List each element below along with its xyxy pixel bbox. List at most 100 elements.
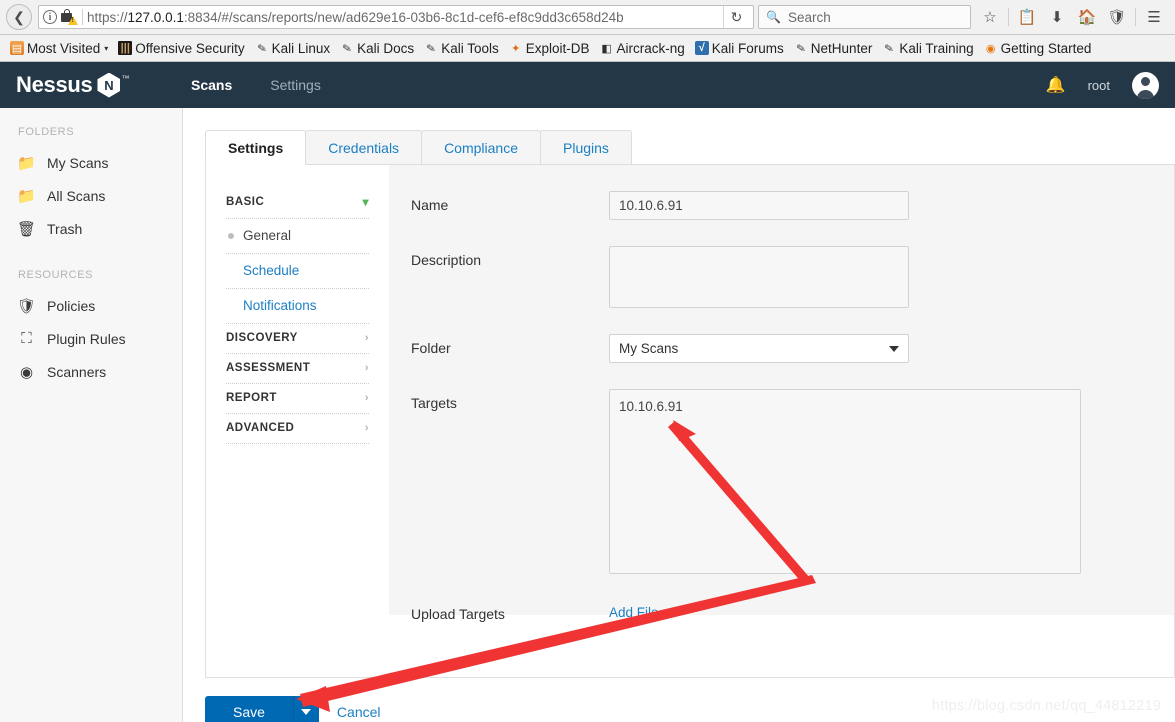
user-name[interactable]: root: [1088, 78, 1110, 93]
insecure-lock-warning-icon[interactable]: !: [61, 9, 78, 25]
user-avatar-icon[interactable]: [1132, 71, 1159, 99]
chevron-right-icon: ›: [364, 422, 369, 434]
url-host: 127.0.0.1: [127, 9, 184, 25]
settings-group-label: BASIC: [226, 196, 265, 208]
tab-bar: Settings Credentials Compliance Plugins: [205, 130, 1175, 165]
bookmark-item[interactable]: ▤ Most Visited ▾: [5, 37, 113, 59]
save-dropdown-button[interactable]: [292, 696, 319, 722]
settings-group-label: DISCOVERY: [226, 332, 298, 344]
sidebar-item-label: Scanners: [47, 363, 107, 380]
bookmark-item[interactable]: ◧ Aircrack-ng: [595, 37, 690, 59]
bullet-placeholder: [228, 303, 234, 309]
sidebar-item-all-scans[interactable]: 📁 All Scans: [0, 179, 182, 212]
reload-icon[interactable]: ↻: [723, 6, 749, 28]
upload-targets-label: Upload Targets: [411, 606, 505, 622]
name-input[interactable]: 10.10.6.91: [609, 191, 909, 220]
nav-scans[interactable]: Scans: [191, 77, 232, 93]
bookmark-label: Kali Linux: [271, 40, 331, 56]
bookmark-item[interactable]: ✦ Exploit-DB: [504, 37, 595, 59]
sidebar-item-plugin-rules[interactable]: ⛶ Plugin Rules: [0, 322, 182, 355]
settings-subitem-label: Schedule: [243, 263, 300, 278]
bookmark-label: Offensive Security: [135, 40, 245, 56]
settings-group-label: ADVANCED: [226, 422, 295, 434]
sidebar-item-scanners[interactable]: ◉ Scanners: [0, 355, 182, 388]
settings-subitem-general[interactable]: General: [226, 219, 369, 254]
settings-group-label: ASSESSMENT: [226, 362, 311, 374]
home-icon[interactable]: 🏠: [1072, 4, 1102, 30]
tab-plugins[interactable]: Plugins: [540, 130, 632, 164]
library-icon[interactable]: 📋: [1012, 4, 1042, 30]
watermark: https://blog.csdn.net/qq_44812219: [931, 698, 1161, 714]
settings-group-report[interactable]: REPORT ›: [226, 384, 369, 414]
folder-icon: 📁: [17, 187, 36, 205]
settings-group-discovery[interactable]: DISCOVERY ›: [226, 324, 369, 354]
bookmark-item[interactable]: ||| Offensive Security: [113, 37, 249, 59]
description-label: Description: [411, 252, 482, 268]
sidebar-item-my-scans[interactable]: 📁 My Scans: [0, 146, 182, 179]
settings-nav: BASIC ▾ General Schedule Notifications D…: [206, 165, 389, 677]
bookmark-item[interactable]: ✎ Kali Tools: [419, 37, 504, 59]
search-placeholder: Search: [787, 9, 831, 25]
bookmark-item[interactable]: √ Kali Forums: [690, 37, 789, 59]
bookmark-item[interactable]: ✎ NetHunter: [789, 37, 878, 59]
kali-forums-icon: √: [694, 41, 709, 55]
tab-credentials[interactable]: Credentials: [305, 130, 423, 164]
description-input[interactable]: [609, 246, 909, 308]
save-button[interactable]: Save: [205, 696, 293, 722]
bullet-placeholder: [228, 268, 234, 274]
settings-subitem-schedule[interactable]: Schedule: [226, 254, 369, 289]
url-divider: [82, 9, 83, 25]
nessus-logo[interactable]: Nessus N ™: [16, 72, 136, 98]
chevron-down-icon: [889, 345, 899, 352]
settings-group-advanced[interactable]: ADVANCED ›: [226, 414, 369, 444]
bookmark-label: Kali Tools: [441, 40, 499, 56]
caret-down-icon: [301, 709, 312, 715]
settings-panel: BASIC ▾ General Schedule Notifications D…: [205, 165, 1175, 678]
bookmark-item[interactable]: ✎ Kali Docs: [335, 37, 419, 59]
bookmark-item[interactable]: ◉ Getting Started: [979, 37, 1097, 59]
header-right: 🔔 root: [1046, 71, 1159, 99]
back-arrow-icon[interactable]: ❮: [6, 4, 32, 30]
sidebar-item-policies[interactable]: 🛡 Policies: [0, 289, 182, 322]
tab-settings[interactable]: Settings: [205, 130, 307, 165]
header-nav: Scans Settings: [191, 77, 321, 93]
bell-icon[interactable]: 🔔: [1046, 75, 1066, 95]
bookmark-label: Aircrack-ng: [616, 40, 685, 56]
nav-settings[interactable]: Settings: [270, 77, 321, 93]
pocket-icon[interactable]: 🛡: [1102, 4, 1132, 30]
chevron-down-icon: ▾: [362, 195, 369, 209]
site-info-icon[interactable]: i: [43, 10, 57, 24]
menu-hamburger-icon[interactable]: ☰: [1139, 4, 1169, 30]
bookmark-item[interactable]: ✎ Kali Training: [877, 37, 978, 59]
form-row-targets: Targets 10.10.6.91: [411, 389, 1174, 574]
targets-textarea[interactable]: 10.10.6.91: [609, 389, 1081, 574]
settings-group-basic[interactable]: BASIC ▾: [226, 187, 369, 219]
cancel-button[interactable]: Cancel: [337, 704, 381, 720]
most-visited-icon: ▤: [10, 41, 24, 55]
add-file-link[interactable]: Add File: [609, 600, 659, 620]
kali-dragon-icon: ✎: [883, 41, 895, 56]
sidebar-item-label: Plugin Rules: [47, 330, 126, 347]
tab-compliance[interactable]: Compliance: [421, 130, 541, 164]
bookmark-label: Kali Training: [899, 40, 974, 56]
search-bar[interactable]: 🔍 Search: [758, 5, 971, 29]
folder-select[interactable]: My Scans: [609, 334, 909, 363]
settings-group-assessment[interactable]: ASSESSMENT ›: [226, 354, 369, 384]
sidebar-item-trash[interactable]: 🗑 Trash: [0, 212, 182, 245]
form-row-upload-targets: Upload Targets Add File: [411, 600, 1174, 622]
aircrack-ng-icon: ◧: [601, 42, 612, 55]
current-item-bullet-icon: [228, 232, 234, 239]
policies-shield-icon: 🛡: [16, 297, 37, 315]
bookmark-star-icon[interactable]: ☆: [975, 4, 1005, 30]
name-label: Name: [411, 197, 449, 213]
logo-mark: N: [104, 77, 114, 93]
address-bar[interactable]: i ! https://127.0.0.1:8834/#/scans/repor…: [38, 5, 754, 29]
bookmark-item[interactable]: ✎ Kali Linux: [250, 37, 336, 59]
folder-icon: 📁: [17, 154, 36, 172]
settings-subitem-label: Notifications: [243, 298, 317, 313]
download-icon[interactable]: ⬇: [1042, 4, 1072, 30]
kali-dragon-icon: ✎: [795, 41, 807, 56]
form-row-name: Name 10.10.6.91: [411, 191, 1174, 220]
settings-subitem-notifications[interactable]: Notifications: [226, 289, 369, 324]
